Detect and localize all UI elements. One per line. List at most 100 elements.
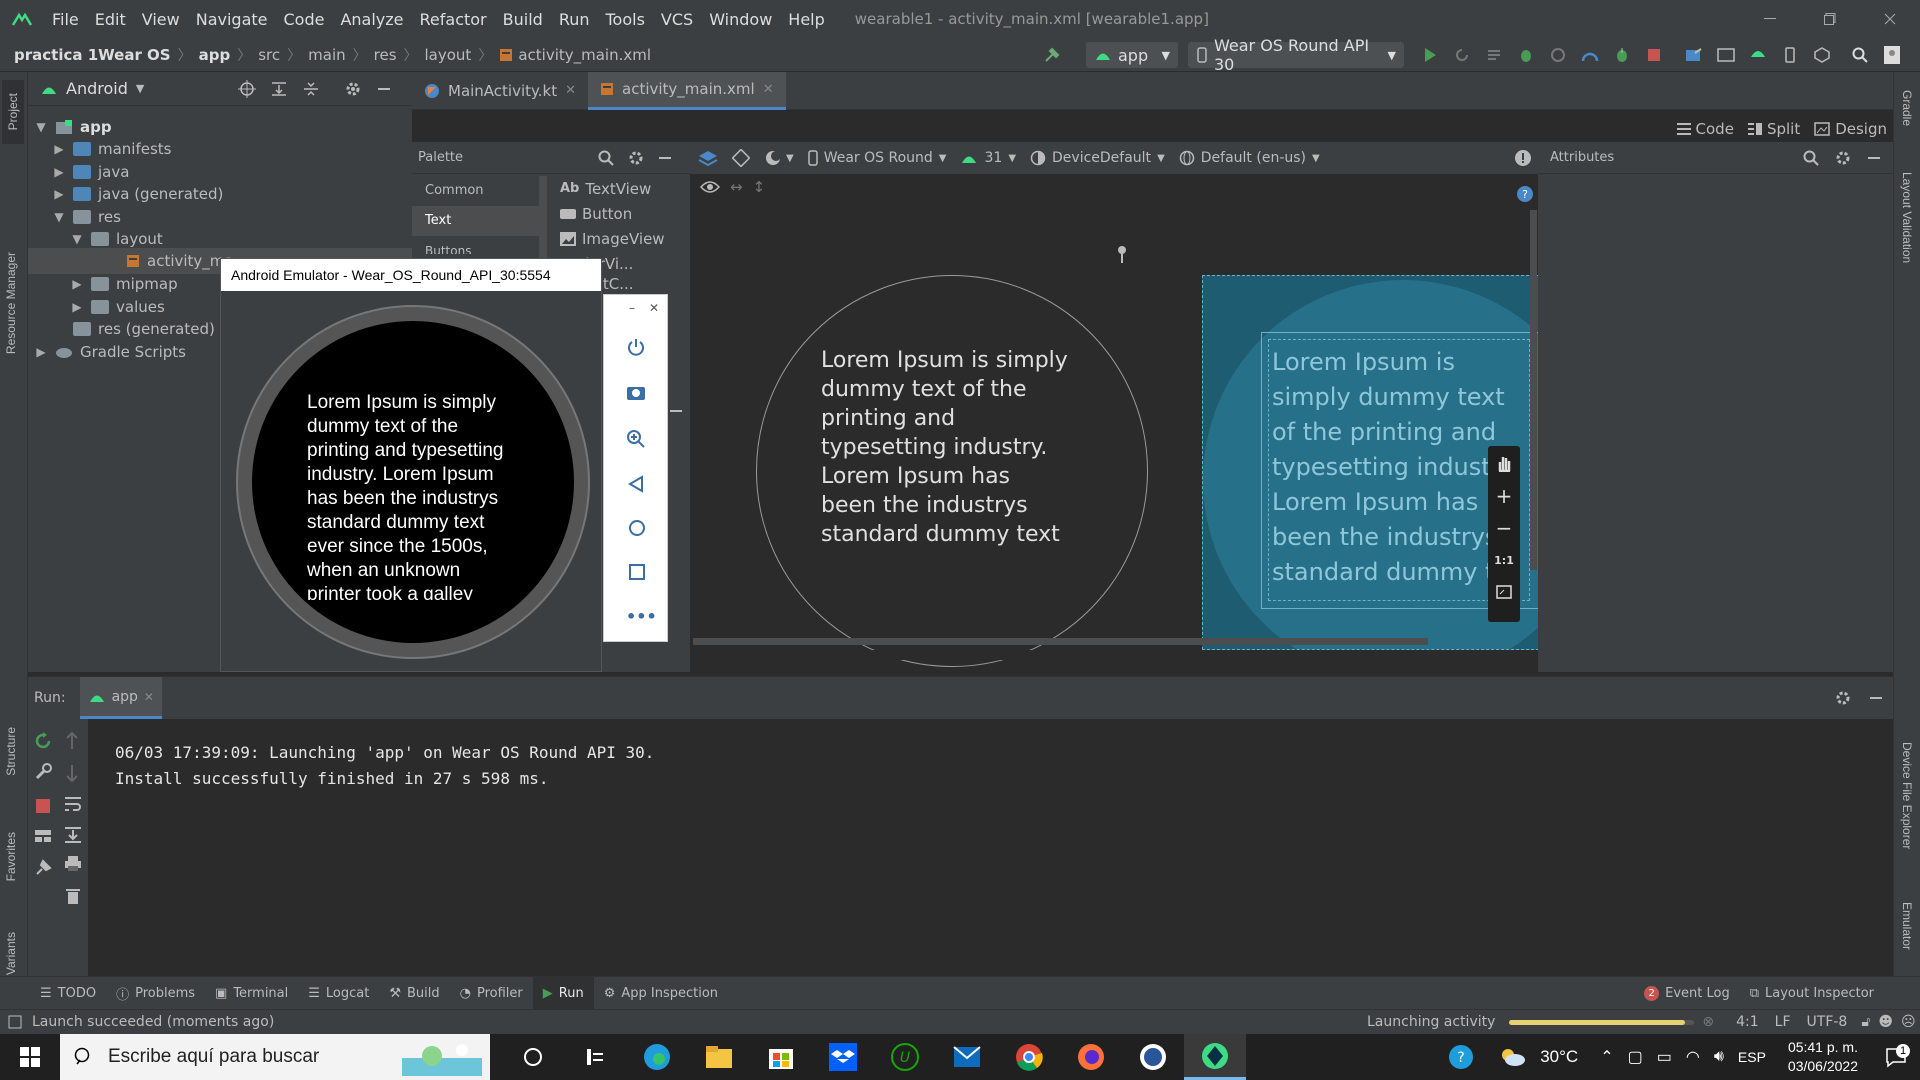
clock[interactable]: 05:41 p. m. 03/06/2022 — [1788, 1038, 1858, 1076]
input-language[interactable]: ESP — [1738, 1049, 1766, 1065]
start-button[interactable] — [0, 1034, 60, 1080]
structure-tab[interactable]: Structure — [4, 727, 18, 780]
overview-icon[interactable] — [628, 563, 646, 581]
menu-help[interactable]: Help — [780, 0, 832, 38]
breadcrumb-src[interactable]: src — [258, 46, 280, 64]
more-options-icon[interactable]: ••• — [626, 607, 657, 626]
trash-icon[interactable] — [66, 887, 80, 905]
widgets-icon[interactable] — [564, 1047, 626, 1067]
line-separator[interactable]: LF — [1775, 1014, 1791, 1030]
locate-icon[interactable] — [238, 79, 256, 98]
tab-activity-main[interactable]: activity_main.xml ✕ — [588, 71, 786, 110]
breadcrumb-main[interactable]: main — [308, 46, 345, 64]
layout-icon[interactable] — [34, 829, 52, 843]
sync-project-icon[interactable] — [1682, 43, 1706, 67]
memory-indicator-icon[interactable]: ☹ — [1901, 1014, 1916, 1030]
menu-vcs[interactable]: VCS — [653, 0, 701, 38]
vertical-scrollbar[interactable] — [1530, 210, 1537, 570]
menu-tools[interactable]: Tools — [598, 0, 653, 38]
restore-button[interactable] — [1800, 0, 1860, 38]
collapse-all-icon[interactable] — [302, 80, 320, 98]
run-icon[interactable] — [1418, 43, 1442, 67]
project-tool-tab[interactable]: Project — [2, 80, 24, 144]
menu-navigate[interactable]: Navigate — [188, 0, 276, 38]
sdk-manager-icon[interactable] — [1810, 43, 1834, 67]
problems-tab[interactable]: ⓘ Problems — [106, 977, 205, 1010]
stop-icon[interactable] — [36, 799, 50, 813]
power-icon[interactable] — [626, 337, 646, 357]
menu-analyze[interactable]: Analyze — [332, 0, 411, 38]
help-tip-icon[interactable]: ? — [1448, 1044, 1474, 1070]
menu-file[interactable]: File — [44, 0, 87, 38]
chevron-right-icon[interactable]: ▶ — [70, 300, 84, 314]
chevron-down-icon[interactable]: ▼ — [52, 210, 66, 224]
device-dropdown[interactable]: Wear OS Round ▼ — [807, 150, 946, 166]
rerun-icon[interactable] — [34, 731, 54, 751]
profiler-icon[interactable] — [1578, 43, 1602, 67]
tray-chevron-up-icon[interactable]: ⌃ — [1600, 1047, 1613, 1067]
firefox-icon[interactable] — [1060, 1043, 1122, 1071]
device-manager-icon[interactable] — [1714, 43, 1738, 67]
design-surface-icon[interactable] — [698, 149, 718, 167]
apply-changes-icon[interactable] — [1450, 43, 1474, 67]
breadcrumb-app[interactable]: app — [199, 46, 231, 64]
locale-dropdown[interactable]: Default (en-us) ▼ — [1179, 150, 1320, 166]
resource-manager-tab[interactable]: Resource Manager — [4, 252, 18, 358]
project-view-selector[interactable]: Android — [66, 79, 128, 98]
zoom-fit-icon[interactable] — [1488, 576, 1520, 608]
task-view-icon[interactable] — [502, 1047, 564, 1067]
chevron-right-icon[interactable]: ▶ — [34, 345, 48, 359]
status-toggle-icon[interactable] — [8, 1015, 22, 1029]
close-icon[interactable]: ✕ — [649, 301, 659, 315]
chevron-down-icon[interactable]: ▼ — [786, 153, 794, 164]
breadcrumb-layout[interactable]: layout — [425, 46, 472, 64]
tray-wifi-icon[interactable]: ◠ — [1686, 1047, 1700, 1067]
emulator-icon[interactable] — [1746, 43, 1770, 67]
hide-panel-icon[interactable] — [658, 151, 672, 165]
chevron-right-icon[interactable]: ▶ — [52, 187, 66, 201]
breadcrumb-file[interactable]: activity_main.xml — [518, 46, 651, 64]
wrench-icon[interactable] — [34, 763, 52, 781]
attach-debugger-icon[interactable] — [1610, 43, 1634, 67]
file-explorer-icon[interactable] — [688, 1045, 750, 1069]
logcat-tab[interactable]: ☰ Logcat — [298, 977, 379, 1010]
emulator-window[interactable]: Android Emulator - Wear_OS_Round_API_30:… — [220, 258, 602, 672]
menu-code[interactable]: Code — [276, 0, 333, 38]
search-icon[interactable] — [1803, 150, 1819, 166]
console-output[interactable]: 06/03 17:39:09: Launching 'app' on Wear … — [115, 740, 654, 792]
build-tab[interactable]: ⚒ Build — [379, 977, 449, 1010]
night-mode-icon[interactable] — [764, 149, 782, 167]
layout-inspector-tab[interactable]: ⧉ Layout Inspector — [1740, 977, 1884, 1010]
camera-icon[interactable] — [626, 383, 646, 401]
menu-build[interactable]: Build — [495, 0, 551, 38]
taskbar-search-box[interactable]: Escribe aquí para buscar — [60, 1034, 490, 1080]
profile-icon[interactable] — [1546, 43, 1570, 67]
chevron-right-icon[interactable]: ▶ — [70, 277, 84, 291]
palette-item-button[interactable]: Button — [560, 201, 665, 226]
zoom-out-icon[interactable]: − — [1488, 512, 1520, 544]
device-selector[interactable]: Wear OS Round API 30 ▼ — [1188, 36, 1404, 74]
breadcrumb-project[interactable]: practica 1Wear OS — [14, 46, 171, 64]
home-icon[interactable] — [628, 519, 646, 537]
chrome-icon[interactable] — [998, 1043, 1060, 1071]
api-dropdown[interactable]: 31 ▼ — [960, 150, 1016, 166]
up-arrow-icon[interactable] — [64, 731, 80, 751]
orientation-icon[interactable] — [732, 149, 750, 167]
close-tab-icon[interactable]: ✕ — [763, 82, 774, 97]
mail-icon[interactable] — [936, 1046, 998, 1068]
apply-code-changes-icon[interactable] — [1482, 43, 1506, 67]
wrench-icon[interactable] — [1117, 246, 1127, 264]
emulator-watch-screen[interactable]: Lorem Ipsum is simply dummy text of the … — [252, 321, 574, 643]
expand-all-icon[interactable] — [270, 80, 288, 98]
chevron-down-icon[interactable]: ▼ — [34, 120, 48, 134]
run-tab[interactable]: ▶ Run — [532, 976, 594, 1010]
scroll-to-end-icon[interactable] — [64, 825, 82, 843]
chevron-down-icon[interactable]: ▼ — [136, 82, 144, 95]
app-inspection-tab[interactable]: ⚙ App Inspection — [594, 977, 728, 1010]
terminal-tab[interactable]: ▣ Terminal — [205, 977, 298, 1010]
file-encoding[interactable]: UTF-8 — [1807, 1014, 1848, 1030]
avd-manager-icon[interactable] — [1778, 43, 1802, 67]
horizontal-resize-icon[interactable]: ↔ — [730, 178, 743, 196]
debug-icon[interactable] — [1514, 43, 1538, 67]
weather-cloud-icon[interactable] — [1500, 1047, 1526, 1067]
